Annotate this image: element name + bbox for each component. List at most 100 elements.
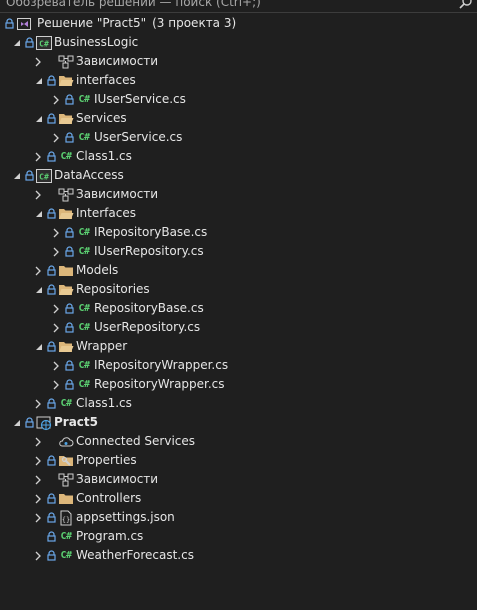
tree-node-label: Зависимости (76, 54, 159, 68)
tree-node[interactable]: C# IUserRepository.cs (0, 242, 477, 261)
csharp-file-icon: C# (78, 227, 90, 238)
collapse-arrow-icon[interactable] (32, 508, 44, 527)
collapse-arrow-icon[interactable] (32, 470, 44, 489)
expand-arrow-icon[interactable] (32, 71, 44, 90)
svg-text:C#: C# (39, 39, 49, 48)
tree-node[interactable]: C# RepositoryWrapper.cs (0, 375, 477, 394)
expand-arrow-icon[interactable] (10, 166, 22, 185)
collapse-arrow-icon[interactable] (32, 261, 44, 280)
lock-icon (46, 147, 56, 166)
csharp-file-icon: C# (60, 550, 72, 561)
tree-node[interactable]: Зависимости (0, 185, 477, 204)
tree-node[interactable]: Interfaces (0, 204, 477, 223)
lock-icon (46, 451, 56, 470)
tree-node[interactable]: C# Program.cs (0, 527, 477, 546)
solution-icon (16, 14, 32, 33)
lock-icon (64, 299, 74, 318)
tree-node[interactable]: Зависимости (0, 470, 477, 489)
folder-open-icon (58, 204, 74, 223)
tree-node[interactable]: C# IRepositoryBase.cs (0, 223, 477, 242)
tree-node[interactable]: interfaces (0, 71, 477, 90)
csharp-project-icon: C# (36, 33, 52, 52)
tree-node-label: Controllers (76, 491, 142, 505)
tree-node[interactable]: C# Class1.cs (0, 147, 477, 166)
tree-node-label: Зависимости (76, 187, 159, 201)
tree-node[interactable]: {} appsettings.json (0, 508, 477, 527)
collapse-arrow-icon[interactable] (32, 52, 44, 71)
tree-node[interactable]: Pract5 (0, 413, 477, 432)
expand-arrow-icon[interactable] (32, 280, 44, 299)
tree-node-label: IRepositoryBase.cs (94, 225, 208, 239)
tree-node-label: WeatherForecast.cs (76, 548, 194, 562)
connected-services-icon (58, 432, 74, 451)
collapse-arrow-icon[interactable] (50, 299, 62, 318)
tree-node[interactable]: Connected Services (0, 432, 477, 451)
lock-icon (64, 90, 74, 109)
tree-node-label: Pract5 (54, 415, 99, 429)
tree-node[interactable]: C# UserService.cs (0, 128, 477, 147)
tree-node-label: RepositoryWrapper.cs (94, 377, 225, 391)
collapse-arrow-icon[interactable] (50, 128, 62, 147)
solution-project-count: (3 проекта 3) (152, 16, 237, 30)
tree-node-label: appsettings.json (76, 510, 175, 524)
collapse-arrow-icon[interactable] (32, 432, 44, 451)
collapse-arrow-icon[interactable] (50, 242, 62, 261)
csharp-file-icon: C# (78, 322, 90, 333)
tree-node-label: IUserRepository.cs (94, 244, 204, 258)
tree-node-label: Services (76, 111, 127, 125)
lock-icon (64, 356, 74, 375)
tree-node[interactable]: Repositories (0, 280, 477, 299)
tree-node-label: UserService.cs (94, 130, 183, 144)
folder-icon (58, 489, 74, 508)
collapse-arrow-icon[interactable] (32, 147, 44, 166)
tree-node[interactable]: C# RepositoryBase.cs (0, 299, 477, 318)
tree-node-label: interfaces (76, 73, 136, 87)
expand-arrow-icon[interactable] (32, 337, 44, 356)
lock-icon (4, 14, 14, 33)
tree-node[interactable]: Controllers (0, 489, 477, 508)
collapse-arrow-icon[interactable] (32, 185, 44, 204)
tree-node-label: Program.cs (76, 529, 144, 543)
lock-icon (46, 109, 56, 128)
lock-icon (46, 280, 56, 299)
web-project-icon (36, 413, 52, 432)
collapse-arrow-icon[interactable] (32, 394, 44, 413)
tree-node[interactable]: C# WeatherForecast.cs (0, 546, 477, 565)
tree-node[interactable]: C# DataAccess (0, 166, 477, 185)
search-input[interactable]: Обозреватель решений — поиск (Ctrl+;) (6, 0, 261, 9)
expand-arrow-icon[interactable] (32, 204, 44, 223)
tree-node[interactable]: Wrapper (0, 337, 477, 356)
collapse-arrow-icon[interactable] (50, 356, 62, 375)
collapse-arrow-icon[interactable] (50, 318, 62, 337)
tree-node[interactable]: C# BusinessLogic (0, 33, 477, 52)
tree-node-label: RepositoryBase.cs (94, 301, 204, 315)
tree-node[interactable]: C# IUserService.cs (0, 90, 477, 109)
folder-open-icon (58, 337, 74, 356)
tree-node[interactable]: C# Class1.cs (0, 394, 477, 413)
properties-folder-icon (58, 451, 74, 470)
expand-arrow-icon[interactable] (10, 33, 22, 52)
tree-node[interactable]: C# UserRepository.cs (0, 318, 477, 337)
collapse-arrow-icon[interactable] (32, 546, 44, 565)
tree-node[interactable]: Зависимости (0, 52, 477, 71)
search-bar[interactable]: Обозреватель решений — поиск (Ctrl+;) (0, 0, 477, 13)
tree-node-label: IUserService.cs (94, 92, 186, 106)
tree-node[interactable]: C# IRepositoryWrapper.cs (0, 356, 477, 375)
tree-node[interactable]: Services (0, 109, 477, 128)
collapse-arrow-icon[interactable] (50, 223, 62, 242)
tree-node[interactable]: Properties (0, 451, 477, 470)
collapse-arrow-icon[interactable] (50, 375, 62, 394)
expand-arrow-icon[interactable] (10, 413, 22, 432)
expand-arrow-icon[interactable] (32, 109, 44, 128)
tree-node[interactable]: Models (0, 261, 477, 280)
solution-node[interactable]: Решение "Pract5" (3 проекта 3) (0, 14, 477, 33)
lock-icon (46, 71, 56, 90)
lock-icon (64, 318, 74, 337)
collapse-arrow-icon[interactable] (32, 489, 44, 508)
collapse-arrow-icon[interactable] (50, 90, 62, 109)
collapse-arrow-icon[interactable] (32, 451, 44, 470)
search-icon[interactable] (459, 0, 473, 9)
lock-icon (24, 33, 34, 52)
csharp-file-icon: C# (60, 151, 72, 162)
folder-open-icon (58, 71, 74, 90)
